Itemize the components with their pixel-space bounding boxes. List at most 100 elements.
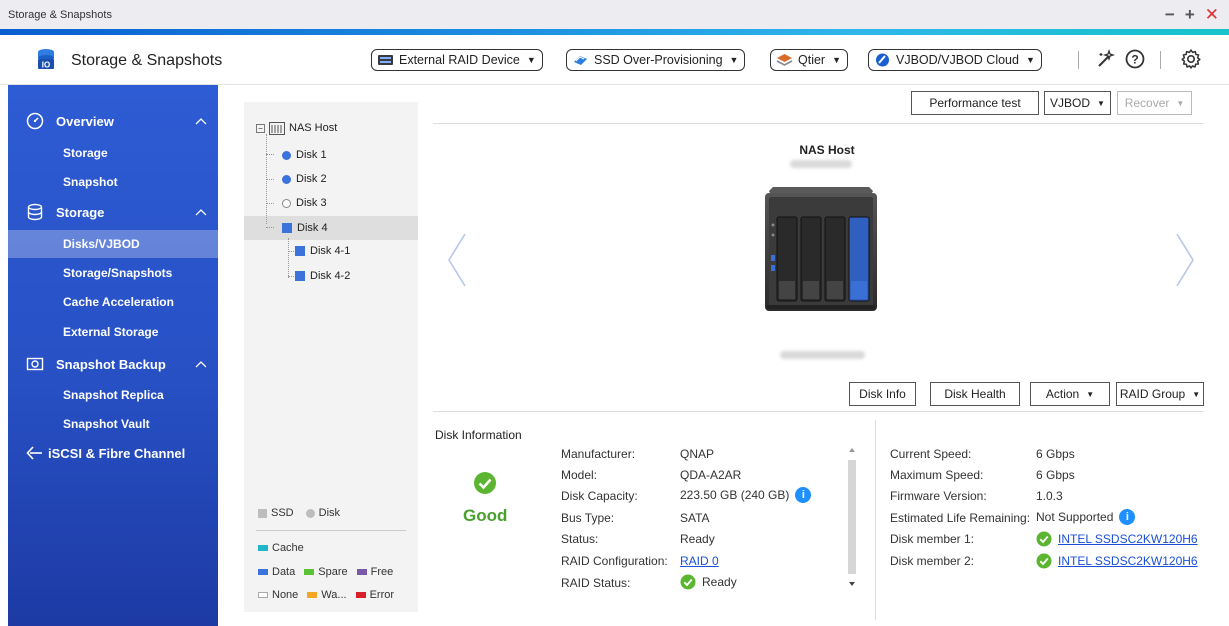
disk-info-button[interactable]: Disk Info xyxy=(849,382,916,406)
sidebar-item-snapshot-vault[interactable]: Snapshot Vault xyxy=(8,410,218,438)
sidebar-section-overview[interactable]: Overview xyxy=(8,107,218,135)
action-button[interactable]: Action ▼ xyxy=(1030,382,1110,406)
disk-health-button[interactable]: Disk Health xyxy=(930,382,1020,406)
sidebar-section-storage[interactable]: Storage xyxy=(8,198,218,226)
performance-test-button[interactable]: Performance test xyxy=(911,91,1039,115)
sidebar-section-iscsi[interactable]: iSCSI & Fibre Channel xyxy=(8,439,218,467)
sidebar-item-snapshot-replica[interactable]: Snapshot Replica xyxy=(8,381,218,409)
chevron-down-icon: ▼ xyxy=(1025,55,1035,65)
legend-data-label: Data xyxy=(272,566,296,578)
external-raid-device-dropdown[interactable]: External RAID Device ▼ xyxy=(371,49,543,71)
tree-node-disk-4-1[interactable]: Disk 4-1 xyxy=(295,240,350,262)
raid-configuration-value: RAID 0 xyxy=(680,554,719,568)
tree-node-disk-4[interactable]: Disk 4 xyxy=(282,217,328,239)
legend-disk-label: Disk xyxy=(318,507,341,519)
sidebar-item-label: Snapshot xyxy=(63,175,118,189)
maximize-icon[interactable]: + xyxy=(1185,6,1195,24)
raid-configuration-key: RAID Configuration: xyxy=(561,554,668,568)
vjbod-button[interactable]: VJBOD ▼ xyxy=(1044,91,1111,115)
action-label: Action xyxy=(1045,387,1080,401)
tree-node-disk-3[interactable]: Disk 3 xyxy=(282,192,327,214)
sidebar-section-label: iSCSI & Fibre Channel xyxy=(48,445,186,461)
good-status-icon xyxy=(474,472,496,494)
disk-legend-swatch xyxy=(305,508,315,518)
sidebar-item-storage[interactable]: Storage xyxy=(8,139,218,167)
disk-information-title: Disk Information xyxy=(435,428,522,442)
nas-enclosure-image xyxy=(765,187,877,311)
chevron-down-icon: ▼ xyxy=(1086,389,1095,399)
legend-type: SSD Disk xyxy=(258,507,340,519)
sidebar-item-storage-snapshots[interactable]: Storage/Snapshots xyxy=(8,259,218,287)
tree-node-label: NAS Host xyxy=(289,122,338,134)
sidebar-section-label: Storage xyxy=(56,204,105,220)
collapse-icon[interactable]: − xyxy=(256,123,265,133)
current-speed-key: Current Speed: xyxy=(890,447,972,461)
vjbod-cloud-icon xyxy=(876,53,889,67)
raid-status-key: RAID Status: xyxy=(561,576,631,590)
tree-node-label: Disk 4 xyxy=(297,222,328,234)
previous-enclosure-icon[interactable] xyxy=(445,230,469,290)
sidebar-item-label: Disks/VJBOD xyxy=(63,237,140,251)
chevron-up-icon xyxy=(195,209,207,216)
raid-configuration-link[interactable]: RAID 0 xyxy=(680,554,719,568)
sidebar-item-cache-acceleration[interactable]: Cache Acceleration xyxy=(8,288,218,316)
recover-label: Recover xyxy=(1124,96,1170,110)
estimated-life-text: Not Supported xyxy=(1036,510,1114,524)
ssd-status-icon xyxy=(295,246,305,256)
legend-error-label: Error xyxy=(369,589,395,601)
chevron-down-icon: ▼ xyxy=(729,55,739,65)
ready-check-icon xyxy=(1036,553,1052,569)
sidebar-item-snapshot[interactable]: Snapshot xyxy=(8,168,218,196)
tree-connector xyxy=(266,154,274,155)
tree-node-label: Disk 2 xyxy=(296,173,327,185)
tree-connector xyxy=(288,238,289,278)
iscsi-icon xyxy=(26,446,42,460)
close-icon[interactable]: ✕ xyxy=(1205,6,1219,24)
vjbod-label: VJBOD xyxy=(1050,96,1091,110)
manufacturer-value: QNAP xyxy=(680,447,714,461)
info-icon[interactable]: i xyxy=(1119,509,1136,525)
gauge-icon xyxy=(26,112,44,130)
estimated-life-key: Estimated Life Remaining: xyxy=(890,511,1031,525)
disk-info-scrollbar[interactable] xyxy=(846,440,858,592)
help-icon[interactable]: ? xyxy=(1124,48,1146,70)
tree-selection-highlight xyxy=(244,216,418,240)
error-legend-swatch xyxy=(355,592,366,598)
sidebar-item-disks-vjbod[interactable]: Disks/VJBOD xyxy=(8,230,218,258)
window-titlebar: Storage & Snapshots − + ✕ xyxy=(0,0,1229,35)
disk-member-1-link[interactable]: INTEL SSDSC2KW120H6 xyxy=(1058,532,1198,546)
sidebar-item-external-storage[interactable]: External Storage xyxy=(8,318,218,346)
next-enclosure-icon[interactable] xyxy=(1173,230,1197,290)
app-logo-icon: IO xyxy=(38,49,54,70)
disk-member-2-link[interactable]: INTEL SSDSC2KW120H6 xyxy=(1058,554,1198,568)
tree-node-disk-4-2[interactable]: Disk 4-2 xyxy=(295,265,350,287)
sidebar-item-label: External Storage xyxy=(63,325,159,339)
bus-type-value: SATA xyxy=(680,511,710,525)
ssd-over-provisioning-dropdown[interactable]: SSD Over-Provisioning ▼ xyxy=(566,49,746,71)
sidebar-item-label: Snapshot Replica xyxy=(63,388,164,402)
info-icon[interactable]: i xyxy=(795,487,812,503)
model-value: QDA-A2AR xyxy=(680,468,741,482)
vjbod-cloud-dropdown[interactable]: VJBOD/VJBOD Cloud ▼ xyxy=(868,49,1042,71)
chevron-up-icon xyxy=(195,118,207,125)
sidebar-section-snapshot-backup[interactable]: Snapshot Backup xyxy=(8,350,218,378)
bus-type-text: SATA xyxy=(680,511,710,525)
model-text: QDA-A2AR xyxy=(680,468,742,482)
qtier-dropdown[interactable]: Qtier ▼ xyxy=(770,49,849,71)
gear-icon[interactable] xyxy=(1180,48,1202,70)
panel-divider xyxy=(875,420,876,620)
svg-text:?: ? xyxy=(1131,53,1138,67)
minimize-icon[interactable]: − xyxy=(1165,6,1175,24)
app-header: IO Storage & Snapshots External RAID Dev… xyxy=(0,35,1229,85)
spare-legend-swatch xyxy=(304,569,315,575)
maximum-speed-key: Maximum Speed: xyxy=(890,468,984,482)
magic-wand-icon[interactable] xyxy=(1095,48,1117,70)
chevron-down-icon: ▼ xyxy=(526,55,536,65)
disk-member-2-key: Disk member 2: xyxy=(890,554,975,568)
tree-node-disk-2[interactable]: Disk 2 xyxy=(282,168,327,190)
tree-node-disk-1[interactable]: Disk 1 xyxy=(282,144,327,166)
raid-status-text: Ready xyxy=(702,575,737,589)
recover-button[interactable]: Recover ▼ xyxy=(1117,91,1192,115)
tree-node-nas-host[interactable]: − NAS Host xyxy=(256,117,337,139)
raid-group-button[interactable]: RAID Group ▼ xyxy=(1116,382,1204,406)
